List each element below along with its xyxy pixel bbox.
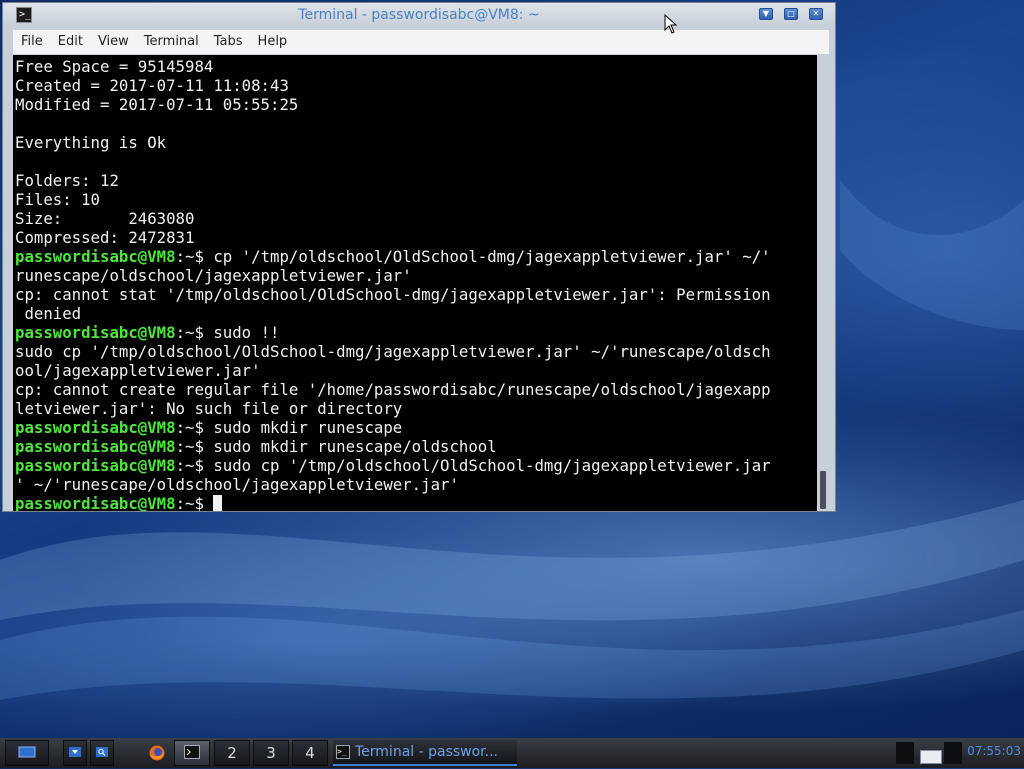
- terminal-output[interactable]: Free Space = 95145984 Created = 2017-07-1…: [13, 55, 817, 511]
- terminal-line: passwordisabc@VM8:~$ sudo !!: [15, 323, 817, 342]
- shell-prompt: passwordisabc@VM8: [15, 494, 176, 511]
- terminal-line: passwordisabc@VM8:~$ sudo cp '/tmp/oldsc…: [15, 456, 817, 475]
- output-text: sudo cp '/tmp/oldschool/OldSchool-dmg/ja…: [15, 342, 771, 361]
- output-text: ool/jagexappletviewer.jar': [15, 361, 261, 380]
- close-button[interactable]: ✕: [809, 8, 823, 20]
- terminal-line: Created = 2017-07-11 11:08:43: [15, 76, 817, 95]
- minimize-button[interactable]: ▼: [759, 8, 773, 20]
- app-menu-button[interactable]: [5, 740, 49, 766]
- terminal-scrollbar[interactable]: [817, 55, 829, 511]
- menu-tabs[interactable]: Tabs: [207, 30, 250, 54]
- terminal-line: Folders: 12: [15, 171, 817, 190]
- terminal-text: Free Space = 95145984 Created = 2017-07-1…: [13, 55, 817, 511]
- terminal-line: passwordisabc@VM8:~$ cp '/tmp/oldschool/…: [15, 247, 817, 266]
- workspace-3-button[interactable]: 3: [253, 740, 289, 766]
- terminal-line: passwordisabc@VM8:~$: [15, 494, 817, 511]
- menu-icon: [18, 746, 36, 758]
- prompt-path: :~$: [175, 494, 214, 511]
- terminal-line: letviewer.jar': No such file or director…: [15, 399, 817, 418]
- terminal-line: ' ~/'runescape/oldschool/jagexappletview…: [15, 475, 817, 494]
- output-text: Files: 10: [15, 190, 101, 209]
- search-button[interactable]: [90, 740, 114, 766]
- prompt-path: :~$: [175, 247, 214, 266]
- terminal-line: passwordisabc@VM8:~$ sudo mkdir runescap…: [15, 437, 817, 456]
- prompt-path: :~$: [175, 437, 214, 456]
- terminal-line: runescape/oldschool/jagexappletviewer.ja…: [15, 266, 817, 285]
- shell-prompt: passwordisabc@VM8: [15, 437, 176, 456]
- output-text: runescape/oldschool/jagexappletviewer.ja…: [15, 266, 412, 285]
- keyboard-layout-icon[interactable]: [920, 750, 942, 764]
- task-label: Terminal - passwor...: [355, 744, 499, 760]
- firefox-icon: [149, 745, 165, 761]
- prompt-path: :~$: [175, 456, 214, 475]
- shell-prompt: passwordisabc@VM8: [15, 247, 176, 266]
- terminal-line: Everything is Ok: [15, 133, 817, 152]
- tray-slot: [944, 742, 962, 764]
- prompt-path: :~$: [175, 323, 214, 342]
- down-arrow-icon: [69, 747, 81, 757]
- menu-terminal[interactable]: Terminal: [137, 30, 206, 54]
- output-text: Free Space = 95145984: [15, 57, 214, 76]
- terminal-icon: >_: [336, 745, 350, 759]
- taskbar-terminal-task[interactable]: >_ Terminal - passwor...: [333, 740, 517, 766]
- output-text: Compressed: 2472831: [15, 228, 195, 247]
- command-text: sudo !!: [213, 323, 280, 342]
- tray-slot: [896, 742, 914, 764]
- maximize-button[interactable]: □: [784, 8, 798, 20]
- command-text: sudo mkdir runescape: [213, 418, 403, 437]
- terminal-line: Free Space = 95145984: [15, 57, 817, 76]
- terminal-window[interactable]: >_ Terminal - passwordisabc@VM8: ~ ▼ □ ✕…: [2, 2, 836, 512]
- output-text: denied: [15, 304, 82, 323]
- mouse-pointer-icon: [664, 14, 678, 34]
- search-icon: [96, 747, 108, 757]
- prompt-path: :~$: [175, 418, 214, 437]
- terminal-line: ool/jagexappletviewer.jar': [15, 361, 817, 380]
- workspace-1-button[interactable]: [174, 740, 210, 766]
- window-titlebar[interactable]: >_ Terminal - passwordisabc@VM8: ~ ▼ □ ✕: [3, 3, 835, 27]
- terminal-line: Compressed: 2472831: [15, 228, 817, 247]
- window-title: Terminal - passwordisabc@VM8: ~: [298, 7, 540, 23]
- output-text: letviewer.jar': No such file or director…: [15, 399, 403, 418]
- terminal-line: Modified = 2017-07-11 05:55:25: [15, 95, 817, 114]
- shell-prompt: passwordisabc@VM8: [15, 418, 176, 437]
- terminal-line: denied: [15, 304, 817, 323]
- scrollbar-thumb[interactable]: [820, 471, 826, 509]
- output-text: ' ~/'runescape/oldschool/jagexappletview…: [15, 475, 459, 494]
- menu-edit[interactable]: Edit: [51, 30, 90, 54]
- show-desktop-button[interactable]: [63, 740, 87, 766]
- menu-view[interactable]: View: [91, 30, 136, 54]
- command-text: cp '/tmp/oldschool/OldSchool-dmg/jagexap…: [213, 247, 771, 266]
- output-text: cp: cannot create regular file '/home/pa…: [15, 380, 771, 399]
- clock[interactable]: 07:55:03: [967, 744, 1021, 758]
- output-text: Created = 2017-07-11 11:08:43: [15, 76, 289, 95]
- terminal-line: cp: cannot create regular file '/home/pa…: [15, 380, 817, 399]
- command-text: sudo cp '/tmp/oldschool/OldSchool-dmg/ja…: [213, 456, 771, 475]
- output-text: Modified = 2017-07-11 05:55:25: [15, 95, 299, 114]
- output-text: Everything is Ok: [15, 133, 167, 152]
- text-cursor: [213, 495, 223, 511]
- terminal-line: Size: 2463080: [15, 209, 817, 228]
- terminal-line: passwordisabc@VM8:~$ sudo mkdir runescap…: [15, 418, 817, 437]
- output-text: cp: cannot stat '/tmp/oldschool/OldSchoo…: [15, 285, 771, 304]
- menu-file[interactable]: File: [14, 30, 50, 54]
- command-text: sudo mkdir runescape/oldschool: [213, 437, 497, 456]
- workspace-2-button[interactable]: 2: [214, 740, 250, 766]
- terminal-line: sudo cp '/tmp/oldschool/OldSchool-dmg/ja…: [15, 342, 817, 361]
- output-text: Size: 2463080: [15, 209, 195, 228]
- shell-prompt: passwordisabc@VM8: [15, 456, 176, 475]
- firefox-launcher[interactable]: [144, 740, 170, 766]
- shell-prompt: passwordisabc@VM8: [15, 323, 176, 342]
- terminal-icon: [184, 745, 200, 759]
- menu-bar: File Edit View Terminal Tabs Help: [13, 30, 829, 54]
- workspace-4-button[interactable]: 4: [292, 740, 328, 766]
- taskbar: 2 3 4 >_ Terminal - passwor... 07:55:03: [0, 738, 1024, 768]
- output-text: Folders: 12: [15, 171, 119, 190]
- menu-help[interactable]: Help: [251, 30, 295, 54]
- terminal-line: Files: 10: [15, 190, 817, 209]
- terminal-line: cp: cannot stat '/tmp/oldschool/OldSchoo…: [15, 285, 817, 304]
